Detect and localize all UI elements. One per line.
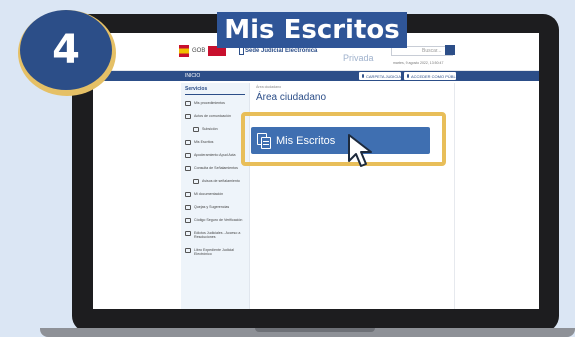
site-name[interactable]: Sede Judicial Electrónica — [245, 48, 317, 54]
laptop-notch — [255, 328, 375, 332]
sidebar-item-documentacion[interactable]: Mi documentación — [185, 192, 249, 197]
mis-escritos-button[interactable]: Mis Escritos — [251, 127, 430, 154]
nav-home-link[interactable]: INICIO — [185, 73, 200, 79]
sidebar-item-label: Quejas y Sugerencias — [194, 205, 230, 209]
page-title: Área ciudadano — [256, 92, 327, 103]
sidebar-item-label: Mis Escritos — [194, 140, 214, 144]
documents-icon — [257, 132, 271, 149]
carpeta-judicial-button[interactable]: CARPETA JUDICIAL — [359, 72, 404, 80]
sidebar-item-label: Apoderamiento Apud Acta — [194, 153, 236, 157]
search-button[interactable] — [445, 45, 455, 55]
laptop-screen: GOB Sede Judicial Electrónica Privada Bu… — [93, 33, 539, 309]
public-access-label: ACCEDER COMO PÚBLICO — [411, 73, 463, 79]
sidebar-item-mis-procedimientos[interactable]: Mis procedimientos — [185, 101, 249, 106]
sidebar-item-label: Avisos de señalamiento — [202, 179, 240, 183]
sidebar-item-apoderamiento[interactable]: Apoderamiento Apud Acta — [185, 153, 249, 158]
grid-icon — [185, 192, 191, 197]
step-title: Mis Escritos — [224, 15, 400, 45]
gov-label: GOB — [192, 48, 206, 54]
sidebar-item-label: Subsición — [202, 127, 218, 131]
sede-icon — [239, 47, 244, 55]
sidebar-item-label: Actos de comunicación — [194, 114, 231, 118]
public-access-button[interactable]: ACCEDER COMO PÚBLICO — [404, 72, 463, 80]
calendar-icon — [185, 166, 191, 171]
folder-icon — [362, 74, 364, 78]
breadcrumb[interactable]: Área ciudadano — [256, 85, 281, 89]
sidebar-item-label: Consulta de Señalamientos — [194, 166, 238, 170]
sidebar-item-label: Código Seguro de Verificación — [194, 218, 243, 222]
sidebar-item-senalamientos[interactable]: Consulta de Señalamientos — [185, 166, 249, 171]
spain-flag-icon — [179, 45, 189, 57]
mail-icon — [185, 205, 191, 210]
sidebar-item-quejas[interactable]: Quejas y Sugerencias — [185, 205, 249, 210]
mouse-pointer-icon — [348, 134, 372, 167]
megaphone-icon — [185, 114, 191, 119]
exit-icon — [407, 74, 409, 78]
folder-icon — [185, 101, 191, 106]
carpeta-judicial-label: CARPETA JUDICIAL — [366, 73, 404, 79]
sidebar: Servicios Mis procedimientos Actos de co… — [181, 83, 250, 309]
pen-icon — [185, 153, 191, 158]
sidebar-divider — [185, 94, 245, 95]
sidebar-item-mis-escritos[interactable]: Mis Escritos — [185, 140, 249, 145]
nav-bar: INICIO CARPETA JUDICIAL ACCEDER COMO PÚB… — [93, 71, 539, 81]
mis-escritos-label: Mis Escritos — [276, 134, 336, 147]
gavel-icon — [185, 248, 191, 253]
document-icon — [185, 218, 191, 223]
sidebar-item-label: Libro Expediente Judicial Electrónico — [194, 248, 234, 257]
sidebar-item-label: Edictos Judiciales - Acceso a Resolucion… — [194, 231, 241, 240]
private-area-label: Privada — [343, 53, 374, 63]
header-date: martes, 9 agosto 2022, 13:50:47 — [393, 61, 444, 65]
envelope-icon — [185, 231, 191, 236]
sidebar-item-label: Mis procedimientos — [194, 101, 225, 105]
sidebar-item-libro-expediente[interactable]: Libro Expediente Judicial Electrónico — [185, 248, 249, 257]
sidebar-item-label: Mi documentación — [194, 192, 224, 196]
sidebar-item-actos-comunicacion[interactable]: Actos de comunicación — [185, 114, 249, 119]
user-icon — [193, 127, 199, 132]
sidebar-item-csv[interactable]: Código Seguro de Verificación — [185, 218, 249, 223]
bell-icon — [193, 179, 199, 184]
sidebar-item-edictos[interactable]: Edictos Judiciales - Acceso a Resolucion… — [185, 231, 249, 240]
step-title-banner: Mis Escritos — [217, 12, 407, 48]
sidebar-title: Servicios — [185, 86, 208, 92]
sidebar-item-avisos[interactable]: Avisos de señalamiento — [193, 179, 249, 184]
step-badge: 4 — [20, 10, 112, 90]
documents-icon — [185, 140, 191, 145]
step-number: 4 — [52, 27, 80, 73]
scrollbar[interactable] — [454, 83, 455, 309]
